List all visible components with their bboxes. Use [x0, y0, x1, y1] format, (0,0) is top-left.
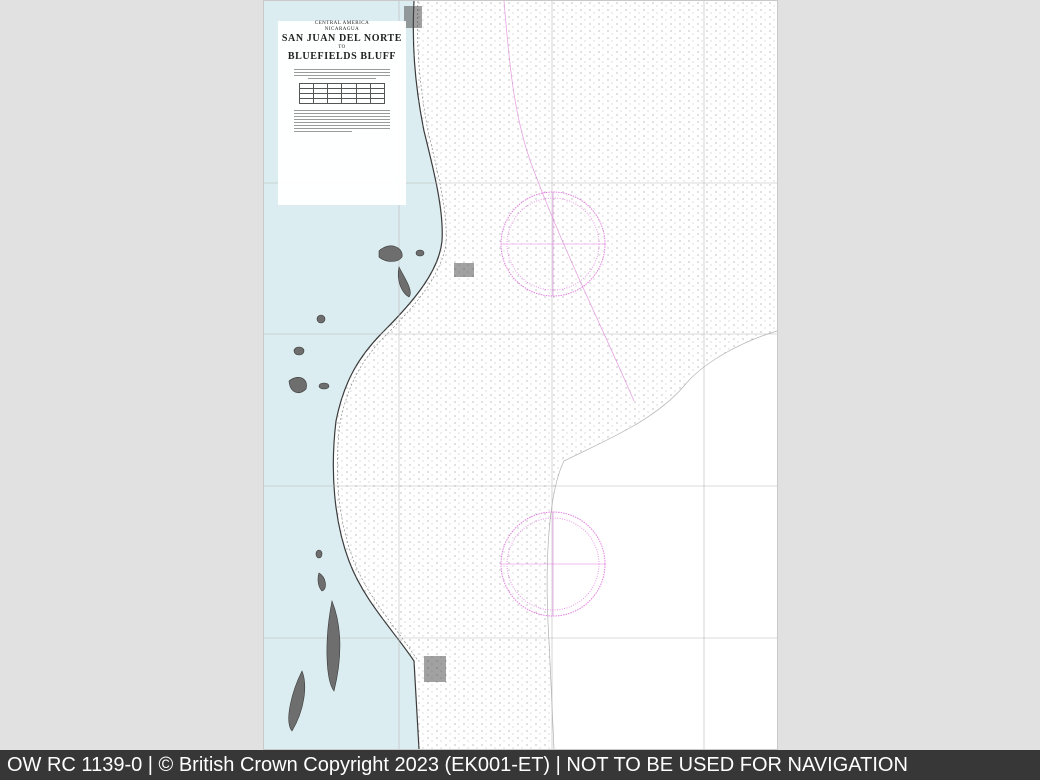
chart-caution-notes-illegible: [294, 110, 390, 132]
chart-title-cartouche: CENTRAL AMERICA NICARAGUA SAN JUAN DEL N…: [278, 21, 406, 205]
tidal-information-table: [298, 83, 386, 104]
nautical-chart-sheet: CENTRAL AMERICA NICARAGUA SAN JUAN DEL N…: [264, 1, 777, 749]
chart-title-from: SAN JUAN DEL NORTE: [281, 33, 403, 44]
copyright-footer: OW RC 1139-0 | © British Crown Copyright…: [0, 750, 1040, 780]
chart-title-to: BLUEFIELDS BLUFF: [287, 51, 397, 62]
survey-notes-illegible: [294, 69, 390, 79]
chart-viewer[interactable]: CENTRAL AMERICA NICARAGUA SAN JUAN DEL N…: [0, 0, 1040, 750]
